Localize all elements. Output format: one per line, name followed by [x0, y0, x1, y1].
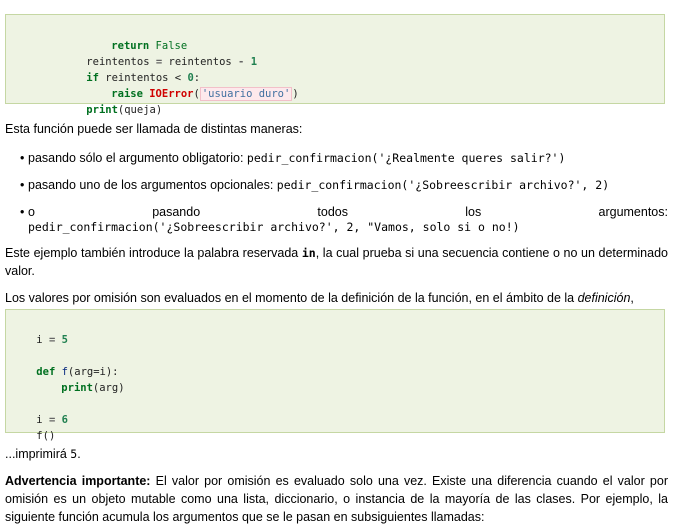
word: los [465, 205, 482, 219]
code-line: i = 6 [11, 399, 68, 426]
emphasis: definición [577, 291, 631, 305]
paragraph-text: . [77, 447, 81, 461]
paragraph-output: ...imprimirá 5. [5, 445, 668, 463]
inline-code-keyword: in [301, 246, 316, 260]
bullet-text: pasando uno de los argumentos opcionales… [28, 178, 277, 192]
number: 6 [61, 414, 68, 426]
code-block-default-eval: i = 5 def f(arg=i): print(arg) i = 6 f() [5, 309, 665, 442]
inline-code: pedir_confirmacion('¿Realmente queres sa… [246, 151, 566, 165]
keyword: print [61, 382, 93, 394]
code-text: ) [292, 88, 299, 100]
code-text: ( [193, 88, 200, 100]
paragraph-text: ...imprimirá [5, 447, 71, 461]
paragraph-intro: Esta función puede ser llamada de distin… [5, 122, 303, 136]
word: argumentos: [598, 205, 668, 219]
number: 1 [250, 56, 258, 68]
paragraph-text: Los valores por omisión son evaluados en… [5, 291, 578, 305]
code-line: i = 5 [11, 319, 68, 346]
operator: - [238, 56, 245, 68]
code-line: if reintentos < 0: [61, 57, 200, 84]
list-item: • o pasando todos los argumentos: pedir_… [20, 205, 668, 234]
string-literal: 'usuario duro' [199, 87, 293, 101]
paragraph-warning: Advertencia importante: El valor por omi… [5, 472, 668, 526]
code-line: return False [86, 25, 187, 52]
code-text: (arg) [92, 382, 125, 394]
warning-label: Advertencia importante: [5, 474, 151, 488]
list-item: • pasando sólo el argumento obligatorio:… [20, 151, 566, 165]
code-line: print(queja) [61, 89, 162, 116]
list-item: • pasando uno de los argumentos opcional… [20, 178, 610, 192]
code-text: (queja) [117, 104, 163, 116]
word: o [28, 205, 35, 219]
operator: = [48, 334, 56, 346]
inline-code: pedir_confirmacion('¿Sobreescribir archi… [28, 220, 520, 234]
number: 5 [61, 334, 68, 346]
code-text: f() [36, 430, 56, 442]
code-line: print(arg) [36, 367, 124, 394]
paragraph-text: Este ejemplo también introduce la palabr… [5, 246, 302, 260]
inline-code: pedir_confirmacion('¿Sobreescribir archi… [276, 178, 610, 192]
paragraph-in-keyword: Este ejemplo también introduce la palabr… [5, 244, 668, 280]
code-line: def f(arg=i): [11, 351, 118, 378]
code-block-confirmacion: return False reintentos = reintentos - 1… [5, 14, 665, 116]
word: pasando [152, 205, 201, 219]
code-line: f() [11, 415, 55, 442]
code-text: i [36, 334, 43, 346]
code-line: raise IOError('usuario duro') [86, 73, 299, 101]
keyword: print [86, 104, 118, 116]
bullet-dot: • [20, 151, 25, 165]
bullet-dot: • [20, 205, 25, 219]
code-line: reintentos = reintentos - 1 [61, 41, 257, 68]
bullet-text-justified: o pasando todos los argumentos: [28, 205, 668, 219]
bullet-dot: • [20, 178, 25, 192]
word: todos [317, 205, 349, 219]
bullet-text: pasando sólo el argumento obligatorio: [28, 151, 247, 165]
